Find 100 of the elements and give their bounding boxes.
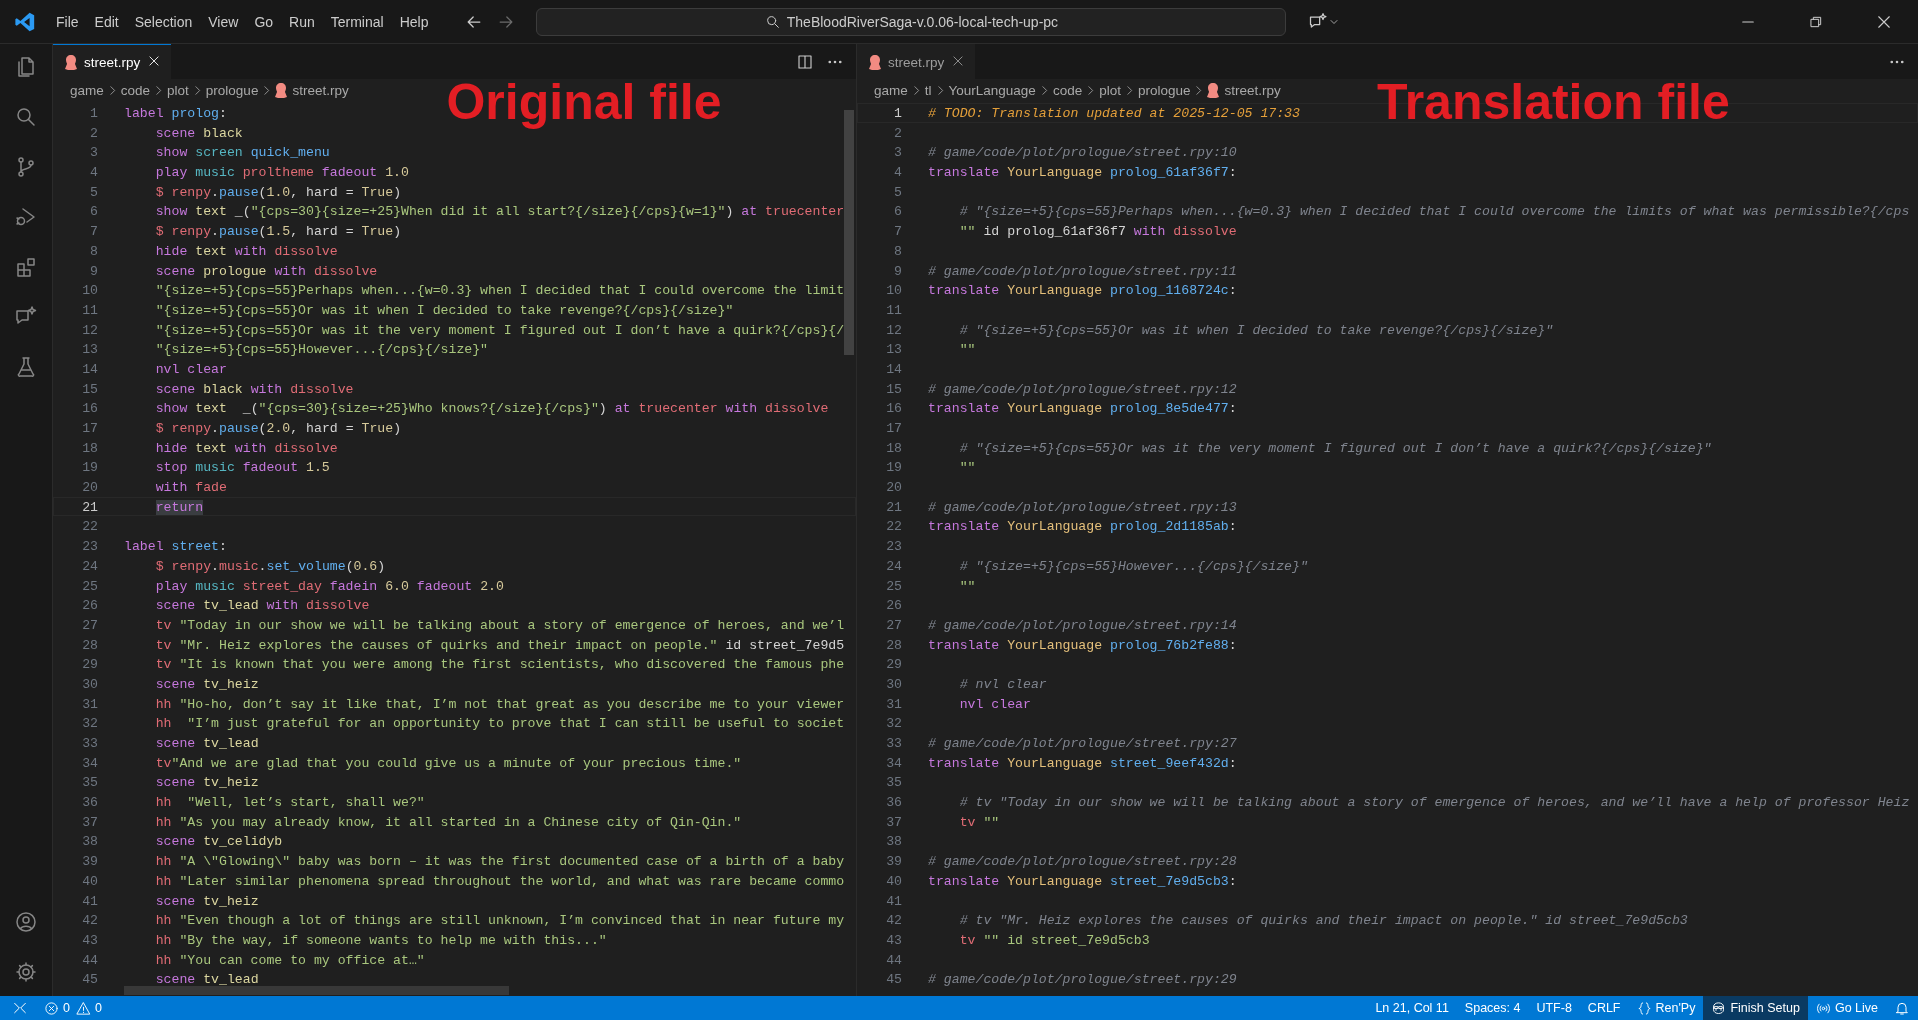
breadcrumb[interactable]: game <box>874 82 908 98</box>
status-item[interactable]: Ren'Py <box>1628 996 1704 1020</box>
code-line: show text _("{cps=30}{size=+25}When did it all start?{/size}{/cps}{w=1}") at truecenter <box>154 203 845 221</box>
line-number: 27 <box>885 616 902 634</box>
menu-item[interactable]: Edit <box>86 9 127 34</box>
scrollbar-thumb[interactable] <box>844 110 854 355</box>
error-count[interactable]: 0 <box>63 1001 70 1015</box>
breadcrumb[interactable]: prologue <box>205 82 259 98</box>
code-line: $ renpy.music.set_volume(0.6) <box>154 557 386 575</box>
line-number: 3 <box>89 144 98 162</box>
line-number: 37 <box>885 813 902 831</box>
line-number: 28 <box>885 636 902 654</box>
line-number: 41 <box>81 892 98 910</box>
scrollbar-thumb[interactable] <box>124 986 509 995</box>
status-item[interactable]: Ln 21, Col 11 <box>1367 996 1457 1020</box>
menu-item[interactable]: Selection <box>126 9 201 34</box>
status-item[interactable]: CRLF <box>1579 996 1629 1020</box>
line-number: 34 <box>885 754 902 772</box>
warning-count[interactable]: 0 <box>94 1001 102 1015</box>
code-line: "{size=+5}{cps=55}However...{/cps}{/size}" <box>154 341 489 358</box>
line-number: 13 <box>81 341 98 358</box>
file-icon <box>1207 82 1220 98</box>
split-editor-icon[interactable] <box>796 52 814 71</box>
line-number: 39 <box>885 853 902 870</box>
line-number: 34 <box>81 754 98 772</box>
code-line: tv "" id street_7e9d5cb3 <box>958 931 1150 949</box>
line-number: 32 <box>885 715 902 732</box>
line-number: 35 <box>885 774 902 792</box>
code-line: scene tv_heiz <box>154 892 259 910</box>
braces-icon <box>1636 1000 1652 1016</box>
breadcrumb[interactable]: street.rpy <box>292 82 349 98</box>
code-line: play music street_day fadein 6.0 fadeout 2.0 <box>154 577 504 595</box>
breadcrumb[interactable]: code <box>1052 82 1083 98</box>
code-line: $ renpy.pause(1.5, hard = True) <box>154 223 402 240</box>
menu-item[interactable]: Terminal <box>322 9 392 34</box>
editor-tab[interactable]: street.rpy <box>53 44 172 79</box>
search-field[interactable]: TheBloodRiverSaga-v.0.06-local-tech-up-pc <box>536 7 1287 36</box>
remote-icon[interactable] <box>12 1000 28 1016</box>
menu-item[interactable]: View <box>200 9 247 34</box>
extensions-icon[interactable] <box>14 255 38 279</box>
code-line: scene prologue with dissolve <box>154 262 378 280</box>
breadcrumb[interactable]: plot <box>167 82 189 98</box>
line-number: 21 <box>81 498 98 516</box>
breadcrumb[interactable]: street.rpy <box>1224 82 1281 98</box>
line-number: 33 <box>885 735 902 752</box>
settings-icon[interactable] <box>14 960 38 984</box>
line-number: 35 <box>81 774 98 792</box>
line-number: 36 <box>885 794 902 811</box>
line-number: 31 <box>885 695 902 713</box>
breadcrumb[interactable]: tl <box>924 82 932 98</box>
line-number: 1 <box>89 105 98 122</box>
code-line: scene tv_heiz <box>154 774 259 792</box>
breadcrumb[interactable]: prologue <box>1137 82 1191 98</box>
line-number: 6 <box>893 203 902 221</box>
code-line: hh "As you may already know, it all started in a Chinese city of Qin-Qin." <box>154 813 742 831</box>
line-number: 9 <box>893 262 902 280</box>
code-line: hide text with dissolve <box>154 439 338 457</box>
search-icon[interactable] <box>14 105 38 129</box>
line-number: 26 <box>885 597 902 614</box>
line-number: 45 <box>81 971 98 988</box>
code-line: tv "Today in our show we will be talking about a story of emergence of heroes, and we’l <box>154 616 845 634</box>
editor-tab[interactable]: street.rpy <box>857 44 976 79</box>
line-number: 22 <box>885 518 902 536</box>
annotation-label: Translation file <box>1376 77 1730 127</box>
line-number: 33 <box>81 735 98 752</box>
menu-item[interactable]: Help <box>391 9 437 34</box>
line-number: 9 <box>89 262 98 280</box>
status-item[interactable]: UTF-8 <box>1528 996 1580 1020</box>
code-line: translate YourLanguage street_9eef432d: <box>928 754 1237 772</box>
line-number: 11 <box>81 301 98 319</box>
line-number: 22 <box>81 518 98 536</box>
breadcrumb[interactable]: plot <box>1099 82 1121 98</box>
code-line: # game/code/plot/prologue/street.rpy:29 <box>928 971 1237 988</box>
search-icon <box>764 13 781 30</box>
line-number: 12 <box>885 321 902 339</box>
close-icon[interactable] <box>147 53 162 68</box>
menu-item[interactable]: File <box>48 9 87 34</box>
breadcrumb[interactable]: YourLanguage <box>948 82 1036 98</box>
line-number: 17 <box>885 420 902 437</box>
code-line: tv "Mr. Heiz explores the causes of quirks and their impact on people." id street_7e9d5 <box>154 636 845 654</box>
menu-item[interactable]: Go <box>246 9 282 34</box>
warning-icon <box>75 1000 91 1016</box>
breadcrumb[interactable]: game <box>70 82 104 98</box>
line-number: 6 <box>89 203 98 221</box>
status-item[interactable]: Spaces: 4 <box>1456 996 1529 1020</box>
line-number: 4 <box>893 164 902 181</box>
status-item[interactable]: Go Live <box>1807 996 1886 1020</box>
code-line: hh "I’m just grateful for an opportunity to prove that I can still be useful to societ <box>154 715 845 732</box>
code-line: "" <box>958 459 976 477</box>
line-number: 30 <box>81 675 98 693</box>
menu-item[interactable]: Run <box>281 9 323 34</box>
bell-icon[interactable] <box>1894 1000 1910 1016</box>
code-line: tv"And we are glad that you could give us a minute of your precious time." <box>154 754 742 772</box>
account-icon[interactable] <box>14 910 38 934</box>
code-line: # nvl clear <box>958 675 1047 693</box>
status-item[interactable]: Finish Setup <box>1703 996 1808 1020</box>
line-number: 15 <box>81 380 98 398</box>
breadcrumb[interactable]: code <box>120 82 151 98</box>
line-number: 36 <box>81 794 98 811</box>
code-line: # "{size=+5}{cps=55}Or was it when I decided to take revenge?{/cps}{/size}" <box>958 321 1554 339</box>
